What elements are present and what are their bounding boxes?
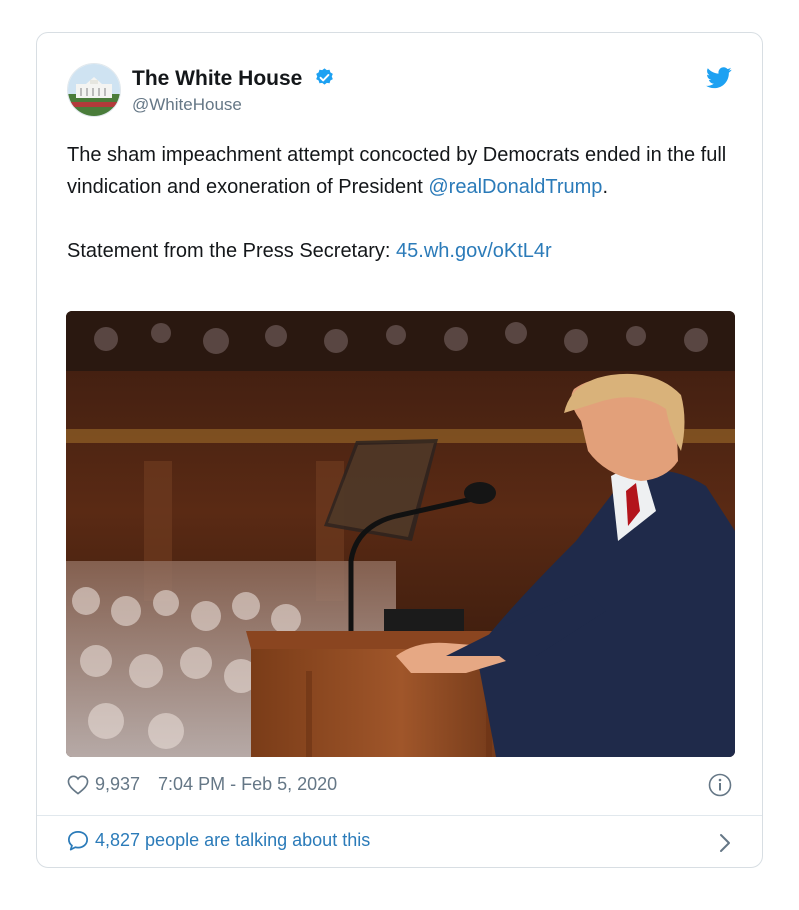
tweet-text-body: The sham impeachment attempt concocted b… [67,144,727,198]
mention-link[interactable]: @realDonaldTrump [428,176,602,198]
president-at-podium-image [66,311,735,757]
talking-count-text: 4,827 people are talking about this [95,830,371,850]
tweet-card[interactable]: The White House @WhiteHouse The sham imp… [36,32,763,868]
white-house-avatar-image [68,64,120,116]
tweet-timestamp[interactable]: 7:04 PM - Feb 5, 2020 [158,774,337,795]
avatar[interactable] [67,63,121,117]
tweet-photo[interactable] [66,311,735,757]
like-count[interactable]: 9,937 [95,774,140,795]
info-icon[interactable] [708,773,732,802]
conversation-link[interactable]: 4,827 people are talking about this [67,830,370,851]
tweet-text-period: . [602,176,608,198]
statement-label: Statement from the Press Secretary: [67,240,397,262]
author-name-text: The White House [132,67,303,90]
author-handle[interactable]: @WhiteHouse [132,95,242,115]
press-link[interactable]: 45.wh.gov/oKtL4r [396,240,552,262]
twitter-bird-icon[interactable] [706,67,732,94]
verified-badge-icon [314,67,335,94]
author-name[interactable]: The White House [132,67,335,94]
tweet-text: The sham impeachment attempt concocted b… [67,139,737,267]
speech-bubble-icon [67,830,89,851]
chevron-right-icon[interactable] [718,832,732,859]
heart-icon[interactable] [67,775,89,795]
divider [37,815,762,816]
tweet-meta: 9,937 7:04 PM - Feb 5, 2020 [67,774,337,795]
